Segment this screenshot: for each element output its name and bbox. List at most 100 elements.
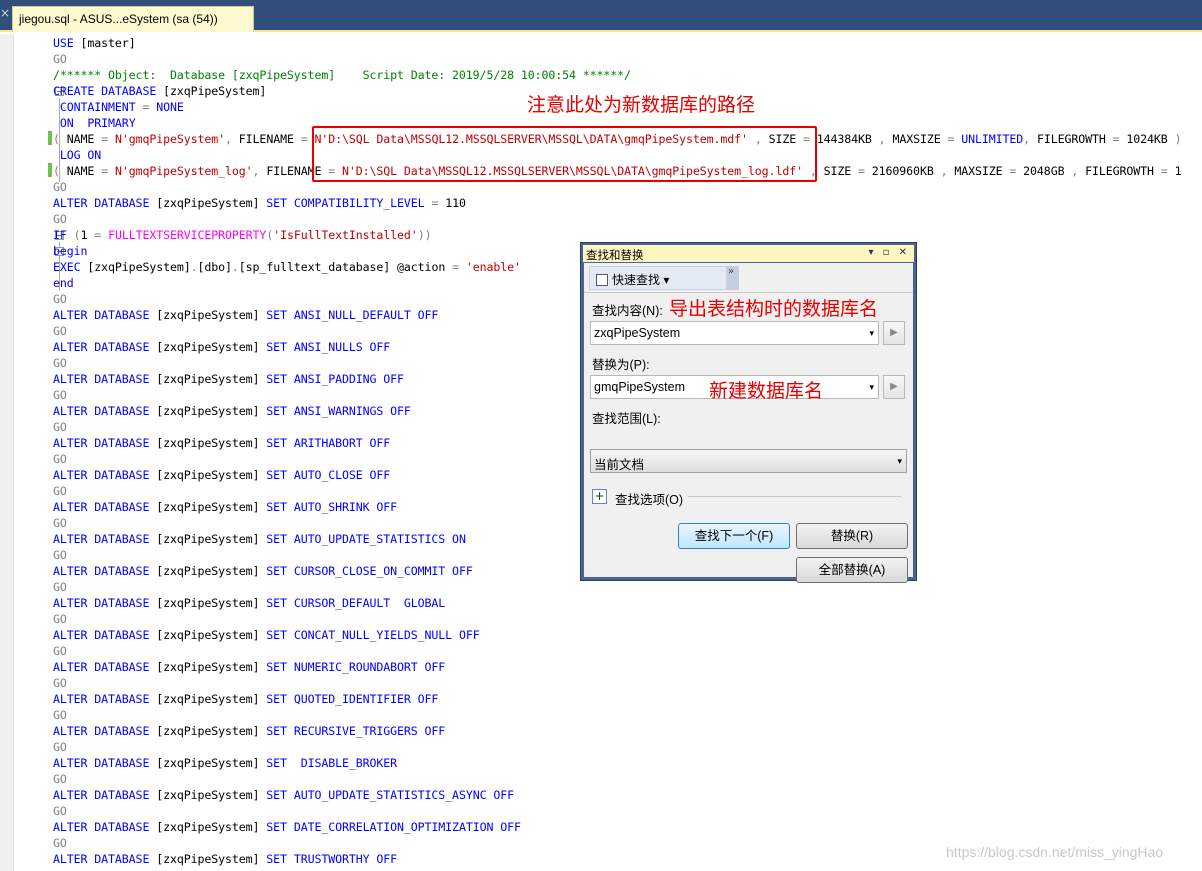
code-token: ON PRIMARY	[59, 116, 136, 130]
look-in-select[interactable]: 当前文档 ▾	[590, 449, 907, 473]
quick-find-label: 快速查找	[612, 273, 661, 287]
code-token: ALTER DATABASE	[53, 660, 157, 674]
code-line[interactable]: ALTER DATABASE [zxqPipeSystem] SET NUMER…	[53, 659, 1202, 675]
code-line[interactable]: GO	[53, 675, 1202, 691]
code-token: SET	[266, 196, 294, 210]
code-line[interactable]: GO	[53, 707, 1202, 723]
code-token: ALTER DATABASE	[53, 628, 157, 642]
code-token: USE	[53, 36, 81, 50]
code-token: [zxqPipeSystem]	[156, 788, 267, 802]
code-token: [master]	[80, 36, 136, 50]
code-token: GO	[53, 836, 67, 850]
replace-button[interactable]: 替换(R)	[796, 523, 908, 549]
code-token: [zxqPipeSystem]	[156, 404, 267, 418]
code-line[interactable]: USE [master]	[53, 35, 1202, 51]
code-line[interactable]: GO	[53, 771, 1202, 787]
code-token: GO	[53, 484, 67, 498]
code-token: SET DISABLE_BROKER	[266, 756, 398, 770]
code-token: =	[94, 228, 109, 242]
code-token: GO	[53, 612, 67, 626]
code-token: SET CONCAT_NULL_YIELDS_NULL OFF	[266, 628, 480, 642]
code-line[interactable]: GO	[53, 51, 1202, 67]
code-line[interactable]: ALTER DATABASE [zxqPipeSystem] SET AUTO_…	[53, 787, 1202, 803]
code-token: [zxqPipeSystem]	[156, 372, 267, 386]
chevron-down-icon[interactable]: ▾	[869, 382, 874, 393]
code-token: EXEC	[53, 260, 88, 274]
code-token: [zxqPipeSystem]	[156, 340, 267, 354]
close-icon[interactable]: ×	[0, 6, 10, 26]
chevron-down-icon: ▾	[897, 456, 902, 466]
code-token: [zxqPipeSystem]	[156, 436, 267, 450]
code-line[interactable]: ALTER DATABASE [zxqPipeSystem] SET CONCA…	[53, 627, 1202, 643]
code-token: ,	[940, 164, 955, 178]
code-token: ALTER DATABASE	[53, 196, 157, 210]
code-token: FILEGROWTH	[1085, 164, 1161, 178]
code-token: SET AUTO_UPDATE_STATISTICS ON	[266, 532, 466, 546]
code-token: GO	[53, 388, 67, 402]
code-token: ALTER DATABASE	[53, 596, 157, 610]
window-controls-icon[interactable]: ▾ ▫ ✕	[868, 247, 910, 258]
code-line[interactable]: ALTER DATABASE [zxqPipeSystem] SET RECUR…	[53, 723, 1202, 739]
code-token: ALTER DATABASE	[53, 468, 157, 482]
code-token: [zxqPipeSystem]	[156, 660, 267, 674]
code-token: ALTER DATABASE	[53, 500, 157, 514]
code-token: /****** Object: Database [zxqPipeSystem]…	[53, 68, 631, 82]
code-token: SET CURSOR_CLOSE_ON_COMMIT OFF	[266, 564, 473, 578]
chevron-down-icon[interactable]: ▾	[869, 328, 874, 339]
code-token: (	[73, 228, 81, 242]
code-token: FILEGROWTH	[1036, 132, 1113, 146]
code-token: 2048GB	[1023, 164, 1072, 178]
more-icon[interactable]: »	[728, 266, 734, 277]
quick-find-button[interactable]: 快速查找 ▾	[589, 266, 727, 290]
code-token: ALTER DATABASE	[53, 308, 157, 322]
options-divider	[688, 496, 901, 497]
code-token: SET DATE_CORRELATION_OPTIMIZATION OFF	[266, 820, 521, 834]
code-token: .	[190, 260, 198, 274]
code-line[interactable]: GO	[53, 803, 1202, 819]
code-token: begin	[53, 244, 88, 258]
code-line[interactable]: GO	[53, 739, 1202, 755]
find-what-label: 查找内容(N):	[592, 304, 663, 318]
code-token: SET CURSOR_DEFAULT GLOBAL	[266, 596, 446, 610]
code-line[interactable]: GO	[53, 211, 1202, 227]
code-token: (	[53, 132, 67, 146]
code-token: [zxqPipeSystem]	[156, 500, 267, 514]
code-token: 1	[1174, 164, 1182, 178]
code-token: GO	[53, 644, 67, 658]
find-what-input[interactable]: zxqPipeSystem ▾	[590, 321, 879, 345]
code-token: [zxqPipeSystem]	[156, 308, 267, 322]
code-token: =	[452, 260, 466, 274]
code-token: [zxqPipeSystem]	[156, 532, 267, 546]
code-line[interactable]: IF (1 = FULLTEXTSERVICEPROPERTY('IsFullT…	[53, 227, 1202, 243]
code-token: 1024KB	[1126, 132, 1175, 146]
editor-selection-margin	[0, 34, 14, 871]
code-token: 2160960KB	[871, 164, 941, 178]
code-token: [zxqPipeSystem]	[156, 628, 267, 642]
code-line[interactable]: GO	[53, 643, 1202, 659]
code-line[interactable]: ALTER DATABASE [zxqPipeSystem] SET CURSO…	[53, 595, 1202, 611]
find-next-button[interactable]: 查找下一个(F)	[678, 523, 790, 549]
code-line[interactable]: /****** Object: Database [zxqPipeSystem]…	[53, 67, 1202, 83]
code-line[interactable]: GO	[53, 611, 1202, 627]
code-line[interactable]: GO	[53, 579, 1202, 595]
code-token: SET ANSI_WARNINGS OFF	[266, 404, 411, 418]
code-token: ALTER DATABASE	[53, 404, 157, 418]
replace-all-button[interactable]: 全部替换(A)	[796, 557, 908, 583]
expression-builder-button[interactable]: ▶	[883, 375, 905, 399]
code-line[interactable]: ALTER DATABASE [zxqPipeSystem] SET QUOTE…	[53, 691, 1202, 707]
code-token: NAME	[66, 164, 102, 178]
editor-gutter: − − −	[14, 34, 64, 871]
code-token: =	[431, 196, 446, 210]
expand-icon[interactable]: +	[592, 489, 607, 504]
code-line[interactable]: ALTER DATABASE [zxqPipeSystem] SET DATE_…	[53, 819, 1202, 835]
expression-builder-button[interactable]: ▶	[883, 321, 905, 345]
code-token: ))	[417, 228, 432, 242]
find-options-label[interactable]: 查找选项(O)	[615, 489, 683, 508]
document-tab[interactable]: jiegou.sql - ASUS...eSystem (sa (54))	[12, 6, 254, 32]
code-line[interactable]: ALTER DATABASE [zxqPipeSystem] SET DISAB…	[53, 755, 1202, 771]
code-token: GO	[53, 420, 67, 434]
code-token: ALTER DATABASE	[53, 436, 157, 450]
replace-with-label: 替换为(P):	[592, 358, 650, 372]
code-line[interactable]: ALTER DATABASE [zxqPipeSystem] SET COMPA…	[53, 195, 1202, 211]
